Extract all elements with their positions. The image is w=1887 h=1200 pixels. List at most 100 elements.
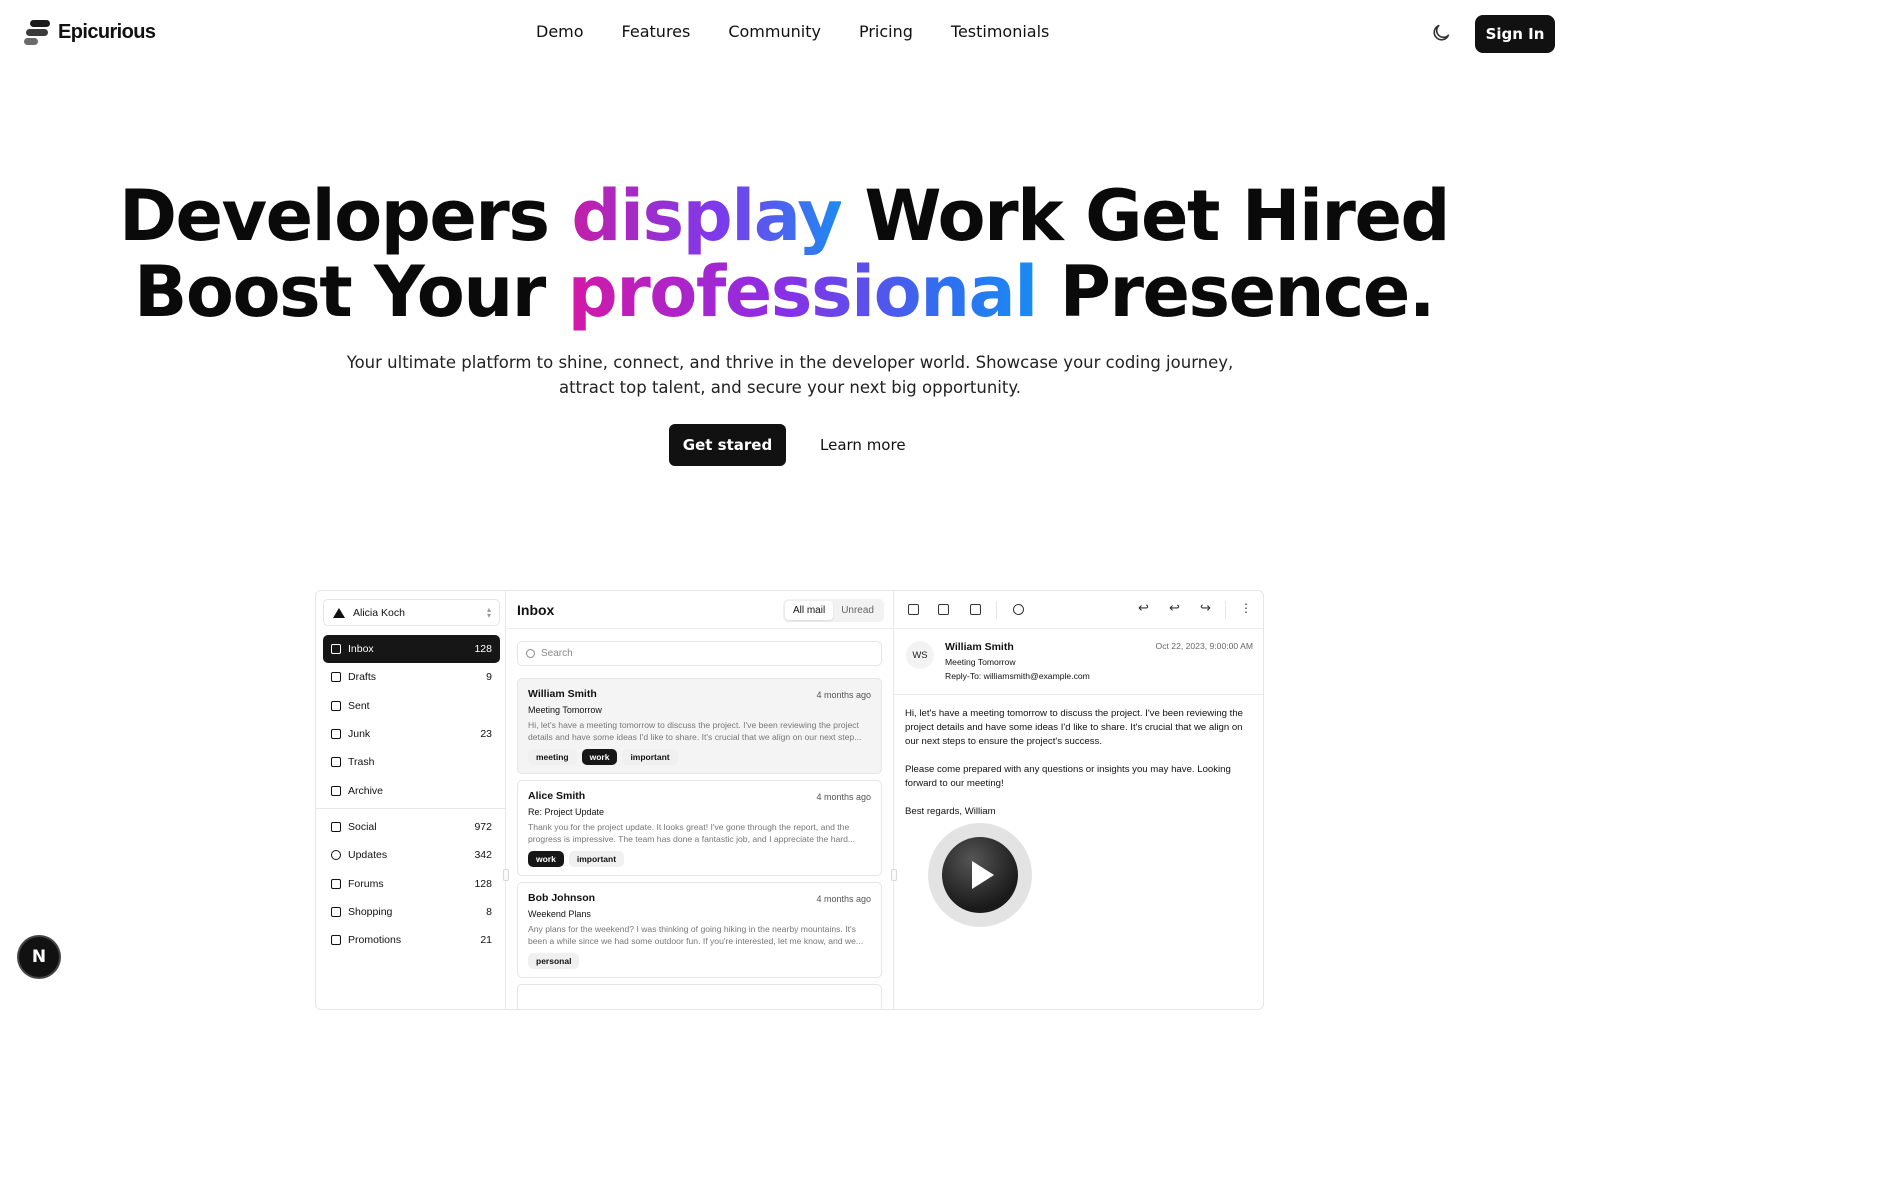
archive-icon [331,785,341,796]
learn-more-button[interactable]: Learn more [808,424,918,466]
folder-label: Drafts [348,671,377,684]
mail-preview: Thank you for the project update. It loo… [528,822,856,844]
top-nav: Epicurious Demo Features Community Prici… [0,0,1568,68]
mail-preview: Hi, let's have a meeting tomorrow to dis… [528,720,862,742]
messages-icon [331,878,341,889]
folder-count: 128 [474,643,492,656]
alert-circle-icon [331,850,341,861]
moon-icon[interactable] [1430,22,1452,44]
category-count: 972 [474,821,492,834]
archive-x-icon[interactable] [938,604,949,615]
forward-icon[interactable]: ↪ [1200,601,1211,615]
mail-item[interactable] [517,984,882,1009]
tag-badge: personal [528,953,580,969]
category-promotions[interactable]: Promotions 21 [323,926,500,954]
folder-drafts[interactable]: Drafts 9 [323,663,500,691]
hero-subtitle: Your ultimate platform to shine, connect… [346,353,1234,397]
more-vertical-icon[interactable]: ⋮ [1240,601,1252,615]
sign-in-button[interactable]: Sign In [1475,15,1555,53]
category-list: Social 972 Updates 342 Forums 128 Shopping 8… [323,813,500,954]
tab-unread[interactable]: Unread [833,601,882,620]
mail-tags: work important [528,851,871,867]
tab-all-mail[interactable]: All mail [784,601,834,620]
category-count: 342 [474,849,492,862]
trash-icon[interactable] [970,604,981,615]
inbox-title: Inbox [517,602,555,618]
brand-name: Epicurious [58,20,156,43]
users-icon [331,822,341,833]
chevrons-up-down-icon: ▴ ▾ [486,605,491,620]
mail-item[interactable]: Bob Johnson 4 months ago Weekend Plans A… [517,882,882,978]
message-header: WS William Smith Meeting Tomorrow Reply-… [894,629,1263,695]
tag-badge: important [568,851,625,867]
mail-demo-preview: Alicia Koch ▴ ▾ Inbox 128 Drafts 9 Sent Jun… [315,590,1264,1010]
avatar: WS [906,641,934,669]
mail-reader-panel: ↩ ↩ ↪ ⋮ WS William Smith Meeting Tomorro… [894,591,1263,1009]
sidebar-divider [316,808,506,809]
mail-subject: Weekend Plans [528,909,591,919]
category-label: Updates [348,849,388,862]
message-subject: Meeting Tomorrow [945,657,1016,667]
mail-item[interactable]: William Smith 4 months ago Meeting Tomor… [517,678,882,774]
folder-sent[interactable]: Sent [323,692,500,720]
reply-icon[interactable]: ↩ [1138,601,1149,615]
nav-link-demo[interactable]: Demo [536,22,584,41]
category-social[interactable]: Social 972 [323,813,500,841]
mail-item[interactable]: Alice Smith 4 months ago Re: Project Upd… [517,780,882,876]
message-date: Oct 22, 2023, 9:00:00 AM [1155,641,1253,651]
toolbar-divider [1225,601,1226,619]
account-name: Alicia Koch [353,606,405,619]
nextjs-dev-badge[interactable]: N [19,937,59,977]
message-sender: William Smith [945,641,1014,653]
category-label: Social [348,821,377,834]
folder-count: 23 [480,728,492,741]
send-icon [331,700,341,711]
hero-line2-text-a: Boost Your [134,251,568,333]
hero-line2-text-b: Presence. [1036,251,1436,333]
get-started-button[interactable]: Get stared [669,424,786,466]
archive-icon [331,935,341,946]
search-input[interactable]: Search [517,641,882,666]
folder-inbox[interactable]: Inbox 128 [323,635,500,664]
hero-title: Developers display Work Get Hired Boost … [0,178,1568,330]
category-label: Promotions [348,934,402,947]
hero-line2-highlight: professional [567,251,1039,333]
resize-handle[interactable] [503,869,509,881]
folder-count: 9 [486,671,492,684]
hero-line1: Developers display Work Get Hired [119,175,1451,257]
folder-label: Trash [348,756,375,769]
nav-link-testimonials[interactable]: Testimonials [951,22,1050,41]
category-shopping[interactable]: Shopping 8 [323,898,500,926]
archive-icon[interactable] [908,604,919,615]
account-switcher[interactable]: Alicia Koch ▴ ▾ [323,599,500,626]
message-paragraph: Hi, let's have a meeting tomorrow to dis… [905,708,1244,747]
vercel-icon [333,607,345,618]
nav-link-pricing[interactable]: Pricing [859,22,913,41]
mail-preview: Any plans for the weekend? I was thinkin… [528,924,864,946]
mail-tags: meeting work important [528,749,871,765]
hero-line2: Boost Your professional Presence. [134,251,1436,333]
mail-subject: Re: Project Update [528,807,605,817]
mail-filter-tabs: All mail Unread [782,599,884,622]
brand-logo[interactable]: Epicurious [24,18,156,46]
reply-all-icon[interactable]: ↩ [1169,601,1180,615]
tag-badge: work [581,749,618,765]
toolbar-divider [996,601,997,619]
nav-links: Demo Features Community Pricing Testimon… [536,22,1087,41]
nav-link-features[interactable]: Features [622,22,691,41]
folder-label: Sent [348,699,370,712]
nav-link-community[interactable]: Community [728,22,821,41]
folder-trash[interactable]: Trash [323,748,500,776]
folder-archive[interactable]: Archive [323,776,500,804]
tag-badge: important [622,749,678,765]
clock-icon[interactable] [1013,604,1024,615]
hero-line1-highlight: display [571,175,843,257]
category-forums[interactable]: Forums 128 [323,870,500,898]
message-paragraph: Best regards, William [905,806,996,817]
category-count: 8 [486,906,492,919]
folder-junk[interactable]: Junk 23 [323,720,500,748]
category-label: Shopping [348,906,393,919]
folder-label: Inbox [348,643,374,656]
tag-badge: meeting [528,749,577,765]
category-updates[interactable]: Updates 342 [323,841,500,869]
